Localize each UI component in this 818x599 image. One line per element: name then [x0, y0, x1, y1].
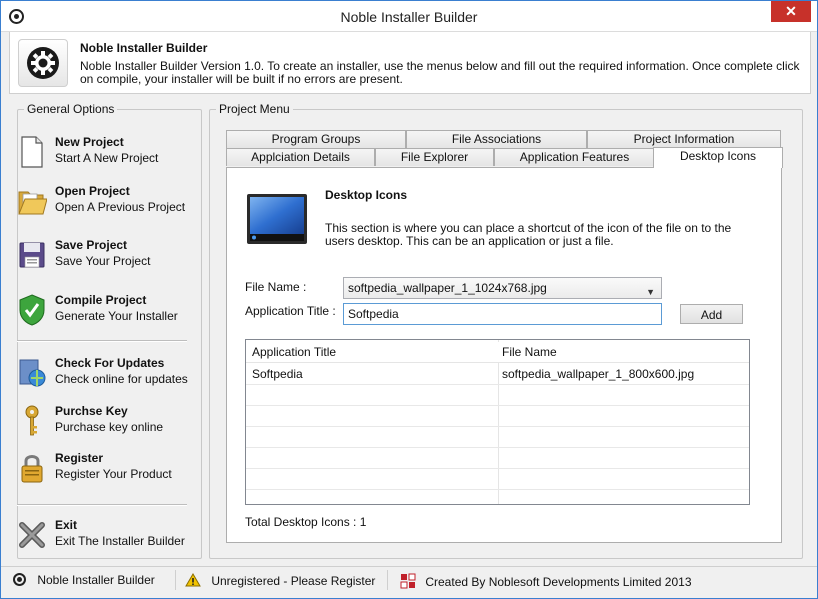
- purchase-key-option[interactable]: Purchse Key Purchase key online: [17, 404, 189, 444]
- app-icon-small: [13, 573, 26, 586]
- file-name-label: File Name :: [245, 280, 307, 294]
- chevron-down-icon: ▼: [646, 287, 655, 297]
- status-credit: Created By Noblesoft Developments Limite…: [400, 573, 692, 589]
- status-divider: [387, 570, 388, 590]
- empty-row: [246, 448, 749, 469]
- tab-application-features[interactable]: Application Features: [494, 148, 655, 166]
- check-updates-subtitle: Check online for updates: [55, 372, 188, 386]
- header-description: Noble Installer Builder Version 1.0. To …: [80, 59, 800, 86]
- compile-project-option[interactable]: Compile Project Generate Your Installer: [17, 293, 189, 333]
- app-window: Noble Installer Builder ✕ Noble Installe…: [0, 0, 818, 599]
- window-title: Noble Installer Builder: [340, 9, 478, 25]
- column-header-file-name[interactable]: File Name: [496, 342, 557, 363]
- header-title: Noble Installer Builder: [80, 41, 208, 55]
- compile-project-title: Compile Project: [55, 293, 147, 307]
- section-title: Desktop Icons: [325, 188, 408, 202]
- open-project-option[interactable]: Open Project Open A Previous Project: [17, 184, 189, 224]
- noblesoft-logo-icon: [400, 573, 416, 589]
- check-updates-option[interactable]: Check For Updates Check online for updat…: [17, 356, 189, 396]
- floppy-disk-icon: [19, 242, 45, 268]
- purchase-key-subtitle: Purchase key online: [55, 420, 164, 434]
- total-desktop-icons: Total Desktop Icons : 1: [245, 515, 367, 529]
- tab-project-information[interactable]: Project Information: [587, 130, 781, 148]
- file-name-value: softpedia_wallpaper_1_1024x768.jpg: [348, 281, 547, 295]
- purchase-key-title: Purchse Key: [55, 404, 128, 418]
- general-options-group: General Options: [17, 102, 202, 559]
- status-credit-text: Created By Noblesoft Developments Limite…: [425, 575, 692, 589]
- title-bar: Noble Installer Builder ✕: [1, 1, 817, 32]
- tab-file-associations[interactable]: File Associations: [406, 130, 587, 148]
- key-icon: [25, 405, 39, 436]
- monitor-icon: [247, 194, 307, 244]
- register-subtitle: Register Your Product: [55, 467, 172, 481]
- general-options-legend: General Options: [24, 102, 118, 116]
- tab-desktop-icons[interactable]: Desktop Icons: [653, 147, 783, 168]
- new-project-option[interactable]: New Project Start A New Project: [17, 135, 189, 175]
- compile-project-subtitle: Generate Your Installer: [55, 309, 178, 323]
- tab-program-groups[interactable]: Program Groups: [226, 130, 406, 148]
- close-button[interactable]: ✕: [771, 1, 811, 22]
- exit-title: Exit: [55, 518, 78, 532]
- app-title-value: Softpedia: [348, 307, 399, 321]
- status-app: Noble Installer Builder: [13, 573, 155, 589]
- empty-row: [246, 490, 749, 504]
- desktop-icons-panel: Desktop Icons This section is where you …: [226, 167, 782, 543]
- table-row[interactable]: Softpedia softpedia_wallpaper_1_800x600.…: [246, 364, 749, 385]
- new-project-subtitle: Start A New Project: [55, 151, 159, 165]
- table-header: Application Title File Name: [246, 342, 749, 363]
- options-separator-2: [17, 504, 187, 506]
- empty-row: [246, 385, 749, 406]
- padlock-icon: [21, 455, 43, 483]
- column-header-application-title[interactable]: Application Title: [246, 342, 336, 363]
- update-globe-icon: [19, 359, 46, 387]
- close-x-icon: [19, 522, 45, 548]
- check-updates-title: Check For Updates: [55, 356, 165, 370]
- register-title: Register: [55, 451, 104, 465]
- status-app-name: Noble Installer Builder: [37, 573, 155, 587]
- save-project-subtitle: Save Your Project: [55, 254, 151, 268]
- save-project-option[interactable]: Save Project Save Your Project: [17, 238, 189, 278]
- new-project-title: New Project: [55, 135, 124, 149]
- new-document-icon: [21, 136, 43, 168]
- gear-icon: [27, 47, 59, 79]
- row-file-name: softpedia_wallpaper_1_800x600.jpg: [502, 367, 695, 381]
- status-divider: [175, 570, 176, 590]
- status-bar: Noble Installer Builder Unregistered - P…: [1, 566, 817, 593]
- header-logo: [18, 39, 68, 87]
- file-name-select[interactable]: softpedia_wallpaper_1_1024x768.jpg ▼: [343, 277, 662, 299]
- status-registration[interactable]: Unregistered - Please Register: [185, 573, 375, 589]
- empty-row: [246, 406, 749, 427]
- add-button[interactable]: Add: [680, 304, 743, 324]
- row-application-title: Softpedia: [252, 367, 303, 381]
- save-project-title: Save Project: [55, 238, 128, 252]
- app-title-label: Application Title :: [245, 304, 336, 318]
- desktop-icons-table[interactable]: Application Title File Name Softpedia so…: [245, 339, 750, 505]
- header-panel: Noble Installer Builder Noble Installer …: [9, 32, 811, 94]
- exit-option[interactable]: Exit Exit The Installer Builder: [17, 518, 189, 558]
- tab-application-details[interactable]: Applciation Details: [226, 148, 375, 166]
- app-title-input[interactable]: Softpedia: [343, 303, 662, 325]
- shield-check-icon: [19, 294, 45, 326]
- open-project-subtitle: Open A Previous Project: [55, 200, 186, 214]
- open-project-title: Open Project: [55, 184, 130, 198]
- register-option[interactable]: Register Register Your Product: [17, 451, 189, 491]
- options-separator: [17, 340, 187, 342]
- empty-row: [246, 427, 749, 448]
- tab-file-explorer[interactable]: File Explorer: [375, 148, 494, 166]
- warning-icon: [185, 573, 201, 587]
- exit-subtitle: Exit The Installer Builder: [55, 534, 185, 548]
- section-description: This section is where you can place a sh…: [325, 221, 732, 248]
- folder-open-icon: [18, 191, 47, 215]
- status-registration-text: Unregistered - Please Register: [211, 574, 376, 588]
- project-menu-legend: Project Menu: [216, 102, 293, 116]
- empty-row: [246, 469, 749, 490]
